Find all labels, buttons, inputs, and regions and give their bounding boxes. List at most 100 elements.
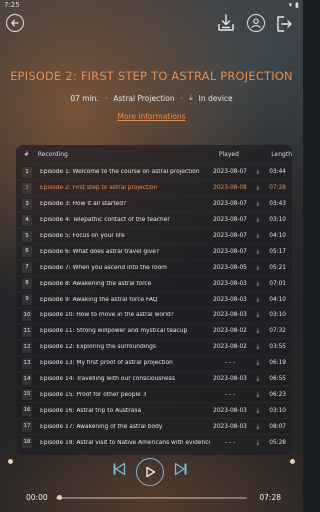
user-icon [251,18,261,29]
table-row[interactable]: 13 Episode 13: My first proof of astral p… [16,355,292,371]
row-title: Episode 14: Travelling with our consciou… [40,376,175,383]
row-download-icon[interactable]: ⤓ [250,216,266,224]
row-download-icon[interactable]: ⤓ [250,200,266,208]
logout-button[interactable] [274,14,294,34]
row-number: 8 [22,278,32,290]
row-title: Episode 11: Strong willpower and mystica… [40,328,188,335]
row-length: 03:10 [269,312,286,319]
skip-previous-icon [113,462,126,476]
table-body: 1 Episode 1: Welcome to the course on ast… [16,164,292,450]
row-download-icon[interactable]: ⤓ [250,343,266,351]
row-download-icon[interactable]: ⤓ [250,407,266,415]
download-button[interactable] [216,13,236,33]
row-number: 16 [22,405,32,417]
row-number: 3 [22,198,32,210]
row-download-icon[interactable]: ⤓ [250,391,266,399]
status-time: 7:25 [4,1,20,9]
right-dot-icon [290,459,295,464]
table-row[interactable]: 17 Episode 17: Awakening of the astral bo… [16,418,292,434]
row-played-date: 2023-08-07 [213,201,247,208]
row-title: Episode 7: When you ascend into the room [40,264,167,271]
header-length: Length [271,151,292,158]
download-icon: ⤓ [189,93,193,102]
table-row[interactable]: 15 Episode 15: Proof for other people 3 - … [16,386,292,402]
row-length: 04:10 [269,296,286,303]
recordings-table: # Recording Played Length 1 Episode 1: We… [16,145,292,455]
row-played-date: 2023-08-02 [213,344,247,351]
dot-separator-icon: · [104,93,108,103]
play-icon [146,466,156,478]
row-download-icon[interactable]: ⤓ [250,232,266,240]
row-title: Episode 3: How it all started? [40,201,127,208]
row-played-date: 2023-08-07 [213,248,247,255]
progress-knob[interactable] [57,495,62,500]
progress-bar[interactable] [56,497,247,499]
row-length: 03:10 [269,407,286,414]
table-row[interactable]: 2 Episode 2: First step to astral project… [16,180,292,196]
table-row[interactable]: 9 Episode 9: Awaking the astral force FAQ… [16,291,292,307]
more-info-link[interactable]: More informations [0,112,303,121]
table-row[interactable]: 8 Episode 8: Awakening the astral force 20… [16,275,292,291]
row-download-icon[interactable]: ⤓ [250,296,266,304]
table-row[interactable]: 1 Episode 1: Welcome to the course on ast… [16,164,292,180]
row-download-icon[interactable]: ⤓ [250,375,266,383]
row-download-icon[interactable]: ⤓ [250,168,266,176]
row-length: 03:10 [269,217,286,224]
row-download-icon[interactable]: ⤓ [250,184,266,192]
row-length: 05:17 [269,248,286,255]
table-row[interactable]: 12 Episode 12: Exploring the surroundings… [16,339,292,355]
header-recording: Recording [37,151,68,158]
episode-category: Astral Projection [113,93,175,103]
table-row[interactable]: 7 Episode 7: When you ascend into the roo… [16,259,292,275]
row-played-date: 2023-08-02 [213,328,247,335]
status-bar: 7:25 ▾ ▮ [0,0,303,10]
row-number: 11 [22,325,32,337]
header-number: # [24,151,30,158]
table-header: # Recording Played Length [16,145,292,164]
table-row[interactable]: 16 Episode 16: Astral trip to Australia 20… [16,402,292,418]
row-download-icon[interactable]: ⤓ [250,359,266,367]
row-length: 07:32 [269,328,286,335]
account-button[interactable] [247,14,265,32]
download-icon [218,14,234,31]
previous-button[interactable] [112,461,126,476]
row-download-icon[interactable]: ⤓ [250,248,266,256]
table-row[interactable]: 5 Episode 5: Focus on your life 2023-08-07… [16,228,292,244]
row-number: 1 [22,166,32,178]
row-length: 08:07 [269,423,286,430]
left-dot-icon [8,459,13,464]
table-row[interactable]: 11 Episode 11: Strong willpower and mysti… [16,323,292,339]
row-number: 15 [22,389,32,401]
row-title: Episode 15: Proof for other people 3 [40,391,147,398]
row-title: Episode 6: What does astral travel give? [40,248,159,255]
row-download-icon[interactable]: ⤓ [250,280,266,288]
row-download-icon[interactable]: ⤓ [250,311,266,319]
table-row[interactable]: 4 Episode 4: Telepathic contact of the te… [16,212,292,228]
row-number: 14 [22,373,32,385]
row-download-icon[interactable]: ⤓ [250,327,266,335]
row-length: 07:28 [269,185,286,192]
row-title: Episode 1: Welcome to the course on astr… [40,169,200,176]
episode-duration: 07 min. [70,93,99,103]
row-length: 06:19 [269,360,286,367]
row-download-icon[interactable]: ⤓ [250,439,266,447]
play-button[interactable] [136,458,164,486]
row-length: 03:44 [269,169,286,176]
row-number: 17 [22,421,32,433]
row-length: 07:01 [269,280,286,287]
row-number: 4 [22,214,32,226]
row-download-icon[interactable]: ⤓ [250,423,266,431]
table-row[interactable]: 3 Episode 3: How it all started? 2023-08-0… [16,196,292,212]
table-row[interactable]: 6 Episode 6: What does astral travel give… [16,243,292,259]
row-length: 03:43 [269,201,286,208]
row-number: 12 [22,341,32,353]
back-button[interactable] [6,14,24,32]
table-row[interactable]: 18 Episode 18: Astral visit to Native Ame… [16,434,292,450]
table-row[interactable]: 14 Episode 14: Travelling with our consci… [16,371,292,387]
row-played-date: 2023-08-03 [213,376,247,383]
row-title: Episode 5: Focus on your life [40,233,125,239]
table-row[interactable]: 10 Episode 10: How to move in the astral … [16,307,292,323]
row-played-date: - - - [225,391,235,398]
row-download-icon[interactable]: ⤓ [250,264,266,272]
next-button[interactable] [174,461,188,476]
